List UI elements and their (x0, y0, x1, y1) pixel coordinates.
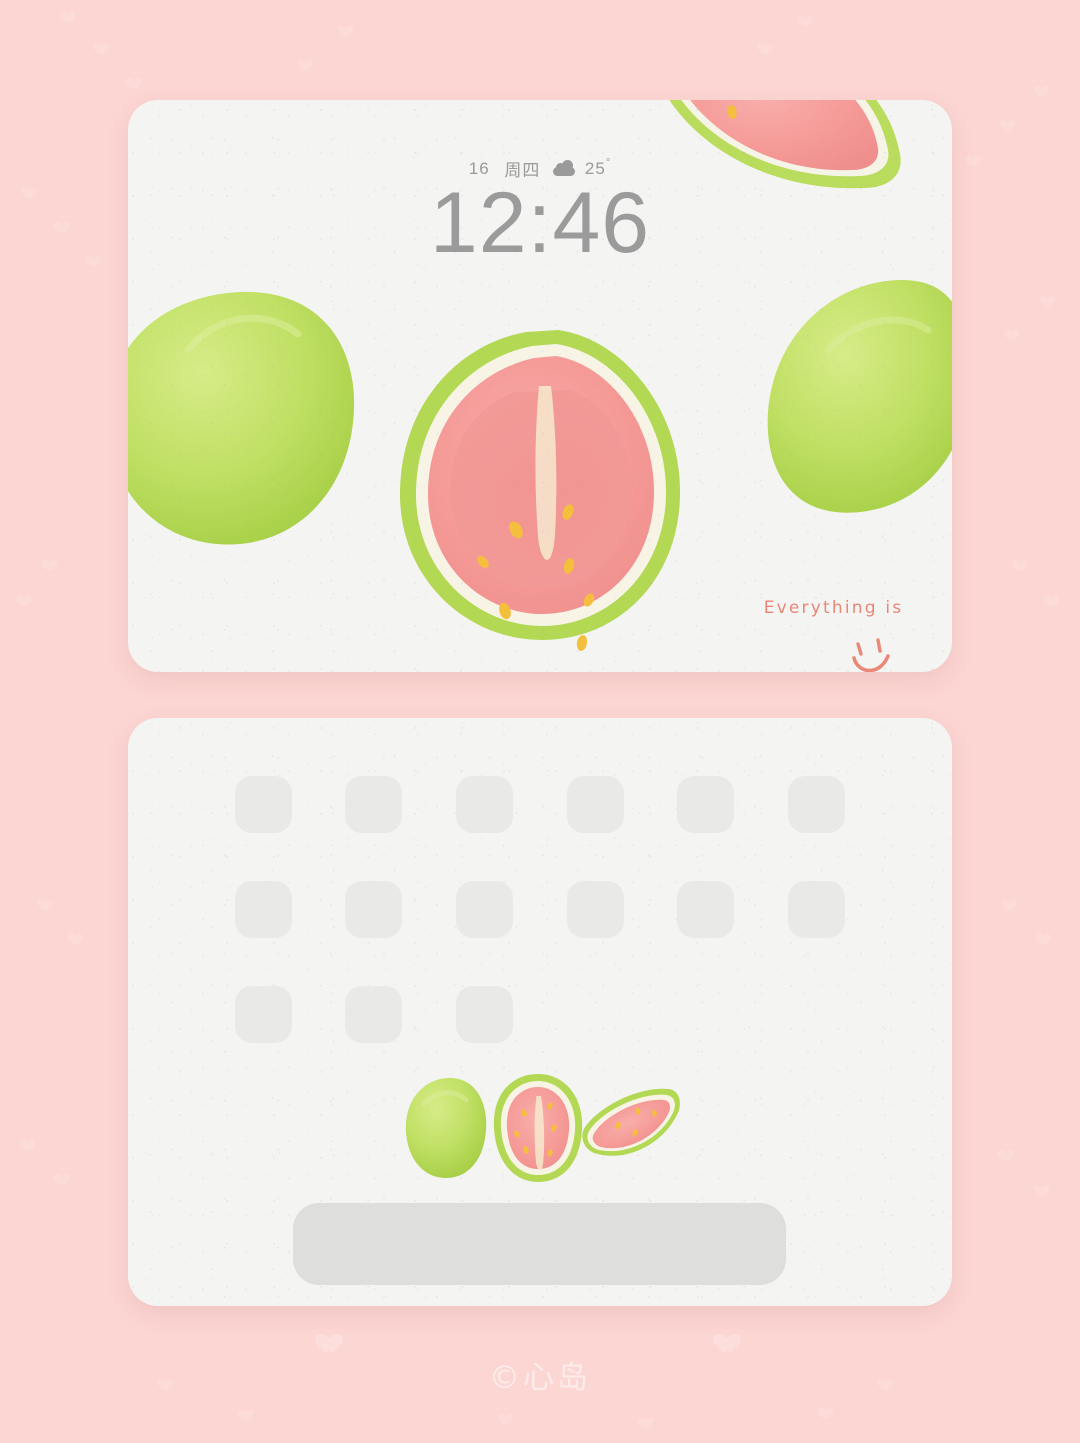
guava-whole-right-illustration (767, 279, 952, 513)
app-icon[interactable] (345, 776, 403, 833)
background-heart (1036, 1186, 1050, 1199)
background-heart (300, 60, 314, 73)
status-degree-symbol: ° (605, 157, 612, 169)
background-heart (240, 1410, 254, 1423)
app-icon[interactable] (234, 986, 292, 1043)
background-heart (500, 1414, 514, 1427)
app-icon[interactable] (345, 881, 403, 938)
lock-screen-card: 16 周四 25° 12:46 Everything is gonna be o… (128, 100, 952, 672)
app-icon[interactable] (566, 881, 624, 938)
app-icon[interactable] (456, 881, 514, 938)
guava-halved-center-illustration (399, 330, 680, 651)
guava-halved-illustration (493, 1074, 583, 1182)
background-heart (1004, 900, 1018, 913)
background-heart (1006, 330, 1020, 343)
background-heart (1036, 86, 1050, 99)
background-heart (62, 12, 76, 25)
background-heart (96, 44, 110, 57)
app-icon[interactable] (788, 776, 846, 833)
guava-whole-illustration (405, 1078, 487, 1178)
background-heart (1038, 934, 1052, 947)
app-icon[interactable] (234, 776, 292, 833)
background-heart (1002, 120, 1016, 133)
dock[interactable] (293, 1203, 786, 1285)
cloud-icon (553, 159, 576, 176)
background-heart (44, 560, 58, 573)
app-icon[interactable] (456, 986, 514, 1043)
background-heart (88, 256, 102, 269)
background-heart (1046, 596, 1060, 609)
background-heart (968, 156, 982, 169)
smiley-face-icon (852, 638, 890, 672)
app-icon[interactable] (456, 776, 514, 833)
watermark: ©心岛 (489, 1360, 591, 1396)
background-heart (1000, 1150, 1014, 1163)
app-icon[interactable] (677, 776, 735, 833)
app-icon[interactable] (345, 986, 403, 1043)
background-heart (1014, 560, 1028, 573)
guava-slice-illustration (582, 1088, 680, 1156)
background-heart (56, 222, 70, 235)
app-icon[interactable] (566, 776, 624, 833)
home-screen-card: Everything is gonna be okay! (128, 718, 952, 1306)
background-heart (56, 1174, 70, 1187)
app-icon[interactable] (788, 881, 846, 938)
app-icon[interactable] (234, 881, 292, 938)
home-screen-fruit-art (405, 1074, 680, 1182)
app-icon-grid (208, 776, 872, 1043)
background-heart (18, 596, 32, 609)
lock-screen-clock: 12:46 (429, 175, 651, 271)
background-heart (40, 900, 54, 913)
background-heart (24, 188, 38, 201)
quote-line-1: Everything is (763, 597, 904, 618)
background-heart (800, 16, 814, 29)
background-heart (128, 78, 142, 91)
background-heart (760, 44, 774, 57)
background-heart (1042, 296, 1056, 309)
background-heart (340, 26, 354, 39)
app-icon[interactable] (677, 881, 735, 938)
guava-whole-left-illustration (128, 291, 355, 545)
background-heart (70, 934, 84, 947)
background-heart (820, 1408, 834, 1421)
background-heart (22, 1140, 36, 1153)
background-heart (640, 1418, 654, 1431)
lock-screen-quote: Everything is gonna be okay! (726, 544, 941, 672)
